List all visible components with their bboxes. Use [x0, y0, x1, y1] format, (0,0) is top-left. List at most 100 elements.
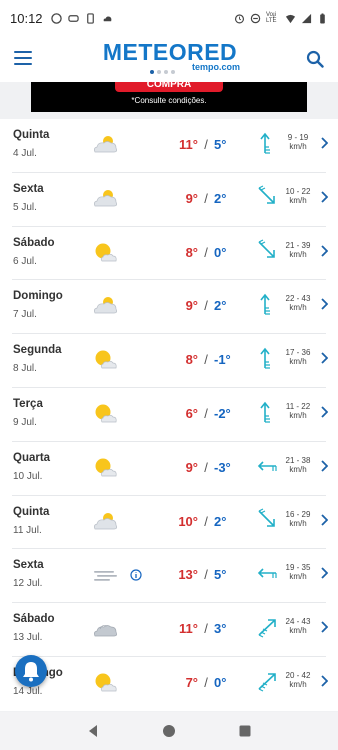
home-icon[interactable]: [162, 724, 176, 738]
cloud-icon: [103, 15, 111, 21]
chevron-right-icon[interactable]: [320, 406, 328, 418]
ad-banner[interactable]: COMPRA *Consulte condições.: [31, 82, 307, 112]
chevron-right-icon[interactable]: [320, 298, 328, 311]
temperature-range: 8° / -1°: [164, 352, 242, 367]
wind-speed-unit: km/h: [289, 195, 307, 205]
forecast-row[interactable]: Sábado 6 Jul. 8° / 0° 21 - 39 km/h: [12, 227, 328, 281]
status-bar: 10:12 Voɟi LTE: [0, 0, 338, 36]
temp-separator: /: [204, 137, 208, 152]
back-icon[interactable]: [86, 724, 100, 738]
temperature-range: 6° / -2°: [164, 406, 242, 421]
max-temp: 8°: [185, 244, 198, 260]
wind-speed: 19 - 35 km/h: [280, 563, 316, 581]
alarm-icon: [234, 13, 245, 23]
max-temp: 9°: [185, 459, 198, 475]
temperature-range: 7° / 0°: [164, 675, 242, 690]
northeast-wind-icon: [258, 673, 276, 692]
temp-separator: /: [204, 567, 208, 583]
sun-cloud-icon: [95, 243, 117, 261]
north-wind-icon: [260, 294, 270, 315]
chevron-right-icon[interactable]: [320, 513, 328, 526]
forecast-row[interactable]: Quinta 11 Jul. 10° / 2° 16 - 29 km/h: [12, 496, 328, 550]
page-indicator: [150, 70, 175, 74]
temperature-range: 11° / 3°: [164, 621, 242, 636]
partly-cloudy-icon: [93, 189, 118, 207]
wind-speed-value: 22 - 43: [285, 294, 311, 304]
forecast-row[interactable]: Sexta 5 Jul. 9° / 2° 10 - 22 km/h: [12, 173, 328, 227]
forecast-row[interactable]: Quinta 4 Jul. 11° / 5° 9 - 19 km/h: [12, 119, 328, 173]
wind-speed-value: 24 - 43: [285, 617, 311, 627]
max-temp: 7°: [185, 674, 198, 690]
search-icon[interactable]: [306, 50, 324, 68]
day-date: 6 Jul.: [13, 255, 37, 267]
wind-speed-value: 21 - 39: [285, 240, 311, 250]
wind-speed: 10 - 22 km/h: [280, 187, 316, 205]
chevron-right-icon[interactable]: [320, 352, 328, 364]
partly-cloudy-icon: [93, 297, 118, 314]
wind-speed-unit: km/h: [289, 679, 307, 689]
recents-icon[interactable]: [238, 724, 252, 738]
wind-speed: 24 - 43 km/h: [280, 617, 316, 635]
sun-cloud-icon: [95, 350, 117, 369]
fog-icon: [94, 571, 117, 582]
min-temp: 3°: [214, 621, 227, 637]
wind-speed: 16 - 29 km/h: [280, 510, 316, 528]
forecast-row[interactable]: Domingo14 Jul.7°/0°20 - 42km/h: [12, 657, 328, 711]
chevron-right-icon[interactable]: [320, 191, 328, 203]
forecast-row[interactable]: Segunda 8 Jul. 8° / -1° 17 - 36 km/h: [12, 334, 328, 388]
forecast-row[interactable]: Sábado 13 Jul. 11° / 3° 24 - 43 km/h: [12, 603, 328, 657]
chevron-right-icon[interactable]: [320, 675, 328, 687]
hamburger-menu-icon[interactable]: [14, 51, 32, 65]
forecast-row[interactable]: Domingo 7 Jul. 9° / 2° 22 - 43 km/h: [12, 280, 328, 335]
forecast-row[interactable]: Quarta 10 Jul. 9° / -3° 21 - 38 km/h: [12, 442, 328, 496]
partly-cloudy-icon: [93, 512, 118, 529]
chevron-right-icon[interactable]: [320, 567, 328, 580]
chevron-right-icon[interactable]: [320, 621, 328, 633]
day-name: Sábado: [13, 613, 55, 626]
temp-separator: /: [204, 621, 208, 637]
north-wind-icon: [260, 132, 270, 154]
wind-speed-unit: km/h: [289, 249, 307, 259]
ad-buy-button[interactable]: COMPRA: [115, 82, 223, 92]
wind-speed-value: 10 - 22: [285, 186, 311, 196]
battery-icon: [320, 12, 325, 24]
min-temp: 0°: [214, 244, 227, 260]
info-icon[interactable]: [130, 569, 142, 581]
min-temp: -3°: [214, 459, 231, 475]
day-name: Segunda: [13, 344, 62, 357]
wind-speed-unit: km/h: [289, 518, 307, 528]
meteored-logo[interactable]: METEORED tempo.com: [96, 40, 244, 72]
chevron-right-icon[interactable]: [320, 137, 328, 149]
day-date: 7 Jul.: [13, 309, 37, 321]
day-name: Quinta: [13, 505, 50, 518]
sun-cloud-icon: [95, 404, 117, 423]
wind-speed-value: 17 - 36: [285, 348, 311, 358]
wind-speed: 21 - 38 km/h: [280, 456, 316, 474]
data-saver-icon: [250, 13, 261, 23]
temp-separator: /: [204, 244, 208, 260]
north-wind-icon: [260, 347, 270, 369]
max-temp: 11°: [179, 621, 198, 637]
chevron-right-icon[interactable]: [320, 460, 328, 472]
forecast-row[interactable]: Sexta 12 Jul. 13° / 5° 19 - 35 km/h: [12, 549, 328, 604]
max-temp: 9°: [185, 298, 198, 314]
cloudy-icon: [93, 625, 118, 637]
forecast-row[interactable]: Terça 9 Jul. 6° / -2° 11 - 22 km/h: [12, 388, 328, 442]
southeast-wind-icon: [258, 239, 275, 258]
chevron-right-icon[interactable]: [320, 244, 328, 257]
day-name: Domingo: [13, 290, 63, 303]
west-wind-icon: [257, 461, 277, 471]
day-name: Sábado: [13, 236, 55, 249]
temperature-range: 10° / 2°: [164, 514, 242, 529]
wind-speed-unit: km/h: [289, 303, 307, 313]
min-temp: 2°: [214, 190, 227, 206]
day-date: 4 Jul.: [13, 148, 37, 159]
min-temp: 2°: [214, 513, 227, 529]
notification-icon: [50, 12, 62, 24]
notification-bell-button[interactable]: [15, 655, 47, 687]
max-temp: 10°: [178, 513, 198, 529]
day-name: Sexta: [13, 559, 44, 572]
day-date: 9 Jul.: [13, 416, 37, 428]
wind-speed: 11 - 22 km/h: [280, 402, 316, 420]
app-header: METEORED tempo.com: [0, 36, 338, 82]
